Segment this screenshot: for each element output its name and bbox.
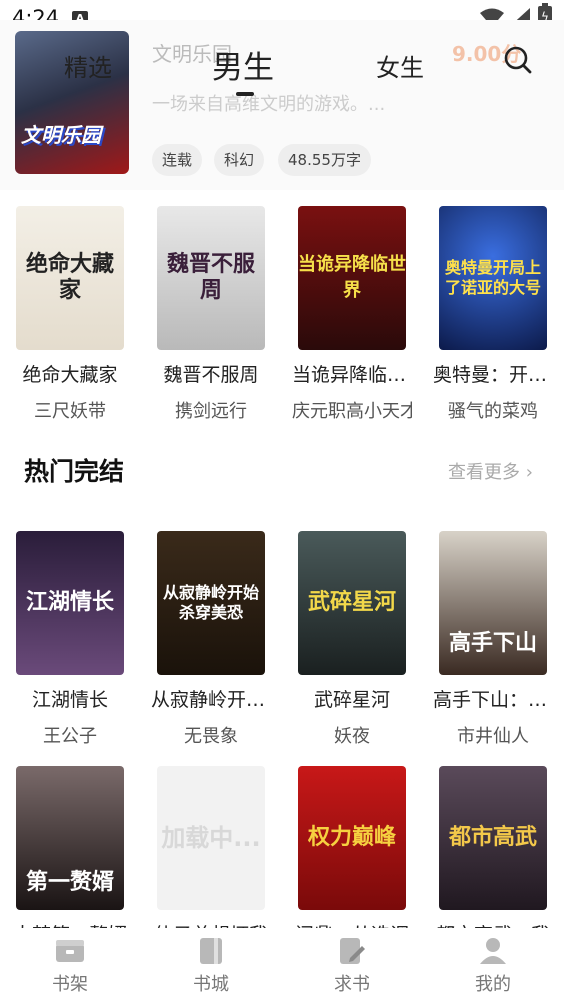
nav-request-book[interactable]: 求书: [282, 928, 422, 996]
book-author: 携剑远行: [175, 401, 247, 422]
book-cover[interactable]: 魏晋不服周: [157, 206, 265, 350]
book-card[interactable]: 从寂静岭开始杀穿美恐 从寂静岭开始... 无畏象: [151, 531, 271, 748]
book-cover[interactable]: 江湖情长: [16, 531, 124, 675]
book-author: 妖夜: [334, 726, 370, 747]
book-cover[interactable]: 武碎星河: [298, 531, 406, 675]
book-cover[interactable]: 当诡异降临世界: [298, 206, 406, 350]
book-cover[interactable]: 都市高武: [439, 766, 547, 910]
section-title: 热门完结: [24, 457, 125, 486]
book-title: 江湖情长: [31, 689, 108, 711]
tab-male[interactable]: 男生: [212, 42, 274, 87]
book-card[interactable]: 高手下山 高手下山：我... 市井仙人: [433, 531, 553, 748]
featured-tag: 48.55万字: [278, 144, 371, 176]
tab-female[interactable]: 女生: [376, 48, 424, 83]
book-card[interactable]: 绝命大藏家 绝命大藏家 三尺妖带: [10, 206, 130, 423]
see-more-link[interactable]: 查看更多 ›: [448, 458, 533, 484]
book-card[interactable]: 魏晋不服周 魏晋不服周 携剑远行: [151, 206, 271, 423]
book-title: 魏晋不服周: [163, 364, 259, 386]
loading-text: 加载中...: [161, 824, 261, 852]
book-card[interactable]: 权力巅峰 问鼎：从选调: [292, 766, 412, 947]
book-cover-text: 高手下山: [448, 631, 537, 656]
book-author: 庆元职高小天才: [292, 401, 412, 422]
top-tabs: 精选 男生 女生: [0, 36, 564, 100]
see-more-label: 查看更多: [448, 462, 520, 483]
book-card[interactable]: 第一赘婿 大梦第一赘婿: [10, 766, 130, 947]
book-cover[interactable]: 权力巅峰: [298, 766, 406, 910]
chevron-right-icon: ›: [525, 462, 533, 483]
book-title: 绝命大藏家: [22, 364, 118, 386]
book-title: 当诡异降临世...: [292, 364, 412, 386]
tab-indicator: [236, 92, 254, 96]
book-cover[interactable]: 第一赘婿: [16, 766, 124, 910]
featured-cover-text: 文明乐园: [21, 123, 101, 147]
book-cover-text: 江湖情长: [25, 590, 114, 615]
book-title: 从寂静岭开始...: [151, 689, 271, 711]
book-cover[interactable]: 绝命大藏家: [16, 206, 124, 350]
book-card[interactable]: 奥特曼开局上了诺亚的大号 奥特曼：开局... 骚气的菜鸡: [433, 206, 553, 423]
book-author: 三尺妖带: [34, 401, 106, 422]
book-title: 奥特曼：开局...: [433, 364, 553, 386]
book-cover-text: 从寂静岭开始杀穿美恐: [162, 583, 259, 622]
book-author: 王公子: [43, 726, 97, 747]
book-cover[interactable]: 从寂静岭开始杀穿美恐: [157, 531, 265, 675]
book-card[interactable]: 加载中... 仙子总想坏我: [151, 766, 271, 947]
nav-label: 书城: [193, 974, 229, 995]
book-author: 无畏象: [184, 726, 238, 747]
book-author: 骚气的菜鸡: [448, 401, 538, 422]
book-card[interactable]: 都市高武 都市高武：我: [433, 766, 553, 947]
book-cover-text: 当诡异降临世界: [298, 254, 406, 301]
book-cover-text: 绝命大藏家: [25, 252, 114, 303]
nav-label: 书架: [52, 974, 88, 995]
search-icon[interactable]: [504, 46, 532, 74]
book-cover[interactable]: 奥特曼开局上了诺亚的大号: [439, 206, 547, 350]
bookshelf-icon: [56, 940, 84, 962]
book-author: 市井仙人: [457, 726, 529, 747]
featured-tag: 连载: [152, 144, 203, 176]
book-card[interactable]: 当诡异降临世界 当诡异降临世... 庆元职高小天才: [292, 206, 412, 423]
book-cover-text: 奥特曼开局上了诺亚的大号: [444, 258, 541, 297]
bottom-nav: 书架 书城 求书 我的: [0, 928, 564, 1004]
book-cover-text: 魏晋不服周: [166, 252, 255, 303]
book-cover-text: 武碎星河: [307, 590, 396, 615]
featured-tag: 科幻: [214, 144, 265, 176]
book-card[interactable]: 江湖情长 江湖情长 王公子: [10, 531, 130, 748]
book-icon: [200, 938, 222, 964]
tab-selected[interactable]: 精选: [64, 48, 112, 83]
book-card[interactable]: 武碎星河 武碎星河 妖夜: [292, 531, 412, 748]
book-cover-placeholder[interactable]: 加载中...: [157, 766, 265, 910]
book-cover-text: 第一赘婿: [25, 870, 114, 895]
book-title: 高手下山：我...: [433, 689, 553, 711]
book-cover-text: 权力巅峰: [307, 825, 396, 850]
book-title: 武碎星河: [313, 689, 390, 711]
nav-bookshelf[interactable]: 书架: [0, 928, 140, 996]
nav-label: 我的: [475, 974, 511, 995]
book-cover[interactable]: 高手下山: [439, 531, 547, 675]
nav-profile[interactable]: 我的: [423, 928, 563, 996]
nav-label: 求书: [334, 974, 370, 995]
user-icon: [480, 938, 506, 964]
nav-bookstore[interactable]: 书城: [141, 928, 281, 996]
book-cover-text: 都市高武: [448, 825, 537, 850]
edit-document-icon: [340, 938, 365, 964]
